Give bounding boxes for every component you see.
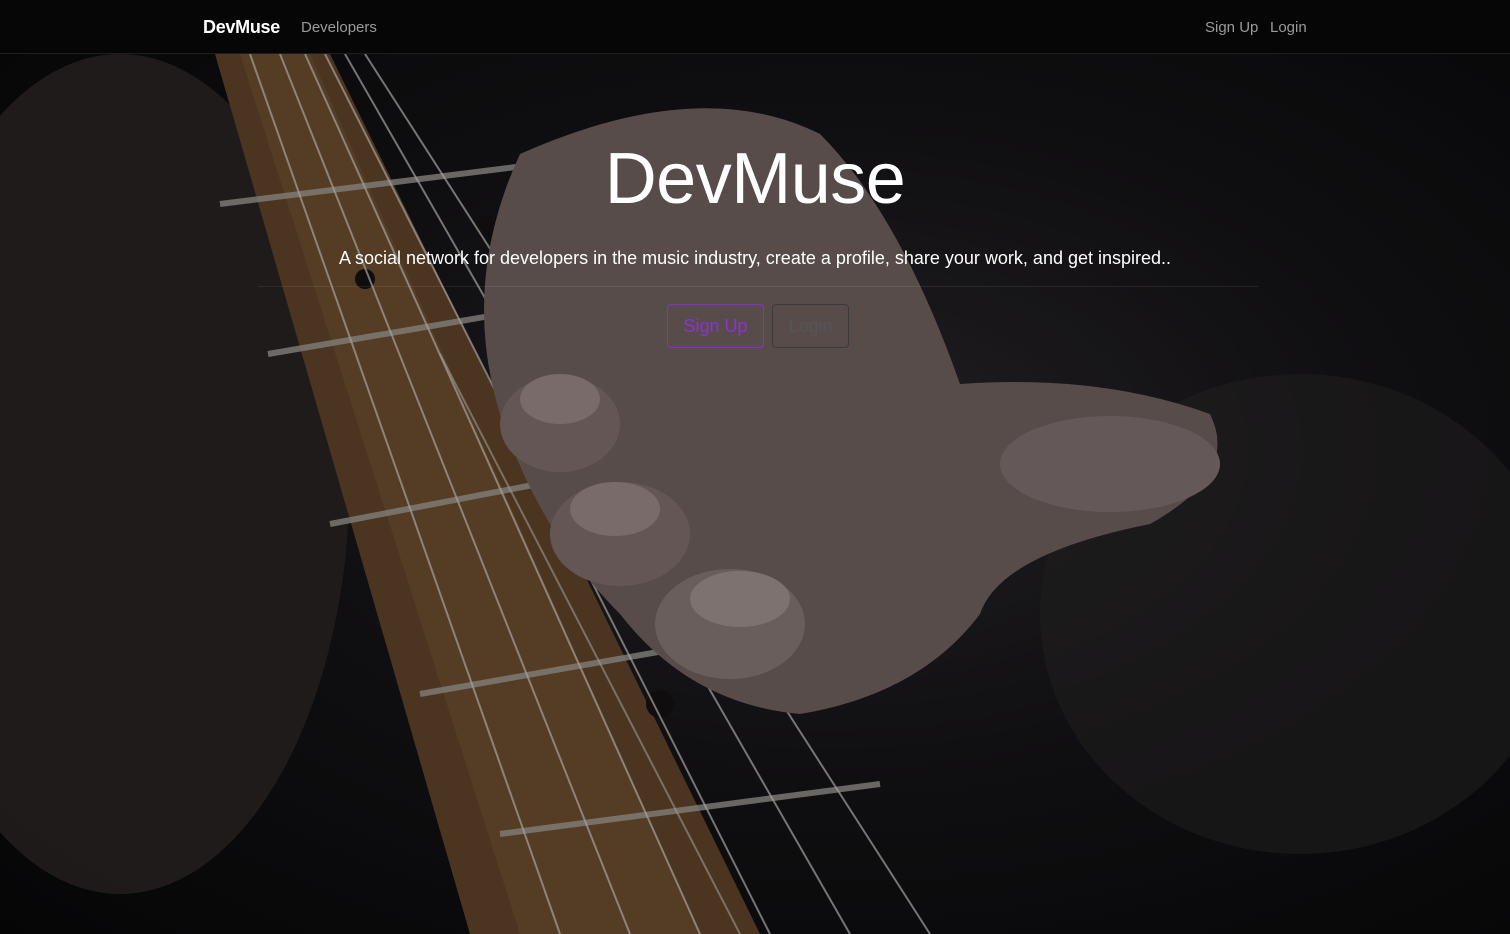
hero-lead-text: A social network for developers in the m…	[338, 248, 1172, 268]
login-button[interactable]: Login	[772, 304, 849, 348]
nav-link-developers[interactable]: Developers	[301, 19, 377, 36]
hero-divider	[258, 286, 1258, 287]
navbar: DevMuse Developers Sign Up Login	[0, 0, 1510, 54]
brand-logo-link[interactable]: DevMuse	[203, 17, 280, 38]
hero-landing: DevMuse A social network for developers …	[0, 54, 1510, 934]
hero-title: DevMuse	[604, 139, 906, 219]
sign-up-button[interactable]: Sign Up	[667, 304, 764, 348]
nav-link-login[interactable]: Login	[1270, 19, 1307, 36]
nav-link-sign-up[interactable]: Sign Up	[1205, 19, 1258, 36]
